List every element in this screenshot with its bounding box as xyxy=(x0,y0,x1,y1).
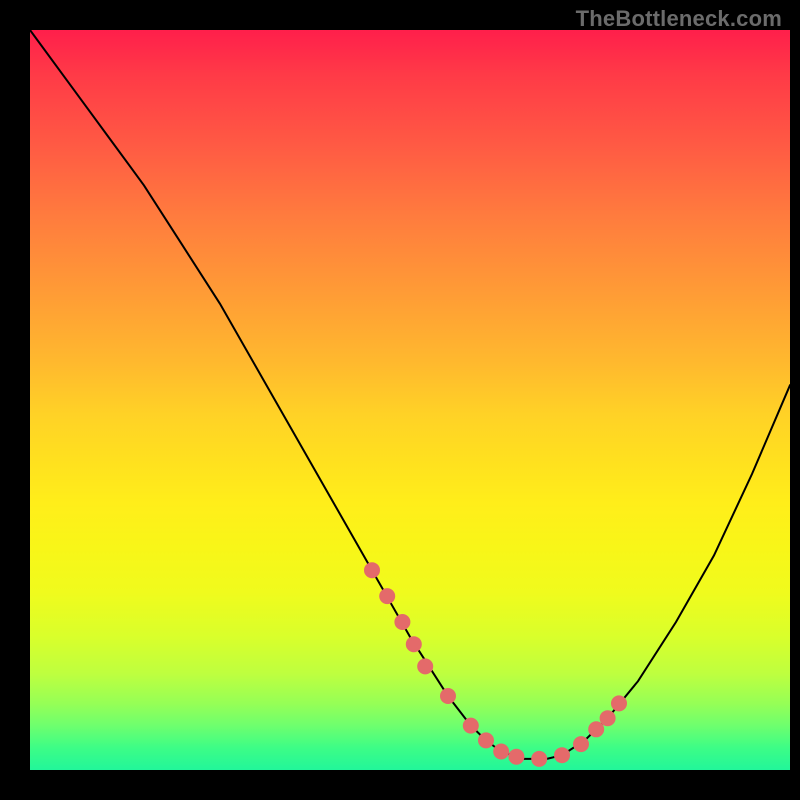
watermark-label: TheBottleneck.com xyxy=(576,6,782,32)
curve-dot xyxy=(463,718,479,734)
chart-container: TheBottleneck.com xyxy=(0,0,800,800)
curve-layer xyxy=(30,30,790,770)
curve-dot xyxy=(478,732,494,748)
curve-dot xyxy=(531,751,547,767)
plot-area xyxy=(30,30,790,770)
curve-dot xyxy=(394,614,410,630)
curve-dots xyxy=(364,562,627,767)
curve-dot xyxy=(600,710,616,726)
curve-dot xyxy=(508,749,524,765)
curve-dot xyxy=(554,747,570,763)
curve-dot xyxy=(364,562,380,578)
curve-dot xyxy=(417,658,433,674)
curve-dot xyxy=(406,636,422,652)
curve-dot xyxy=(611,695,627,711)
curve-dot xyxy=(440,688,456,704)
curve-dot xyxy=(493,744,509,760)
curve-dot xyxy=(573,736,589,752)
curve-dot xyxy=(379,588,395,604)
